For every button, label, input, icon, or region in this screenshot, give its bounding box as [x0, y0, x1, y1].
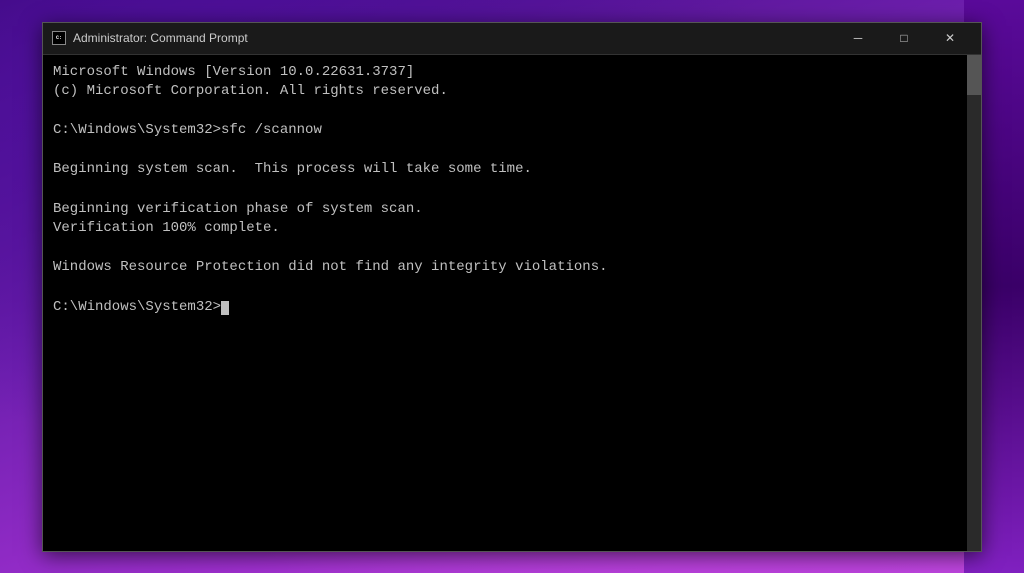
- console-line-3: [53, 102, 971, 122]
- scrollbar[interactable]: [967, 55, 981, 551]
- cmd-app-icon: [52, 31, 66, 45]
- minimize-button[interactable]: ─: [835, 22, 881, 54]
- console-line-12: [53, 278, 971, 298]
- window-controls: ─ □ ✕: [835, 22, 973, 54]
- title-bar: Administrator: Command Prompt ─ □ ✕: [43, 23, 981, 55]
- cmd-window: Administrator: Command Prompt ─ □ ✕ Micr…: [42, 22, 982, 552]
- close-button[interactable]: ✕: [927, 22, 973, 54]
- console-line-7: [53, 180, 971, 200]
- console-line-4: C:\Windows\System32>sfc /scannow: [53, 121, 971, 141]
- console-output[interactable]: Microsoft Windows [Version 10.0.22631.37…: [43, 55, 981, 551]
- scrollbar-thumb[interactable]: [967, 55, 981, 95]
- maximize-button[interactable]: □: [881, 22, 927, 54]
- console-line-6: Beginning system scan. This process will…: [53, 160, 971, 180]
- console-line-1: Microsoft Windows [Version 10.0.22631.37…: [53, 63, 971, 83]
- window-title: Administrator: Command Prompt: [73, 31, 835, 45]
- cursor-blink: [221, 301, 229, 315]
- console-line-9: Verification 100% complete.: [53, 219, 971, 239]
- console-line-13: C:\Windows\System32>: [53, 298, 971, 318]
- console-line-10: [53, 239, 971, 259]
- console-line-5: [53, 141, 971, 161]
- console-line-11: Windows Resource Protection did not find…: [53, 258, 971, 278]
- console-line-2: (c) Microsoft Corporation. All rights re…: [53, 82, 971, 102]
- console-line-8: Beginning verification phase of system s…: [53, 200, 971, 220]
- window-icon: [51, 30, 67, 46]
